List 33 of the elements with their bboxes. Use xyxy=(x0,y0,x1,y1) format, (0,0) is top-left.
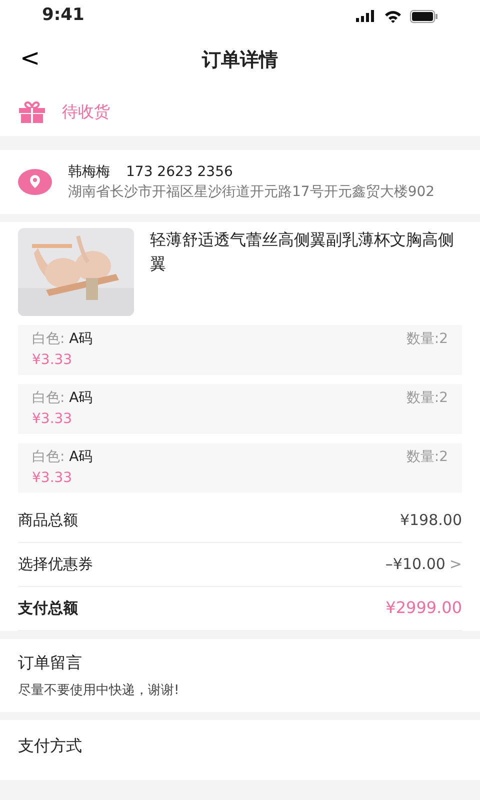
summary-label: 支付总额 xyxy=(18,598,78,620)
status-time: 9:41 xyxy=(42,4,84,28)
variant-spec: 白色: A码 xyxy=(32,388,93,408)
note-text: 尽量不要使用中快递，谢谢! xyxy=(18,682,180,700)
summary-label: 选择优惠券 xyxy=(18,554,93,576)
wifi-icon xyxy=(384,10,402,22)
summary-value: –¥10.00 xyxy=(385,554,446,576)
recipient-name: 韩梅梅 xyxy=(68,163,110,182)
gift-icon xyxy=(18,101,46,123)
chevron: > xyxy=(449,554,462,576)
summary-value: ¥2999.00 xyxy=(386,597,462,620)
coupon-row[interactable]: 选择优惠券 –¥10.00 > xyxy=(18,542,462,587)
page-title: 订单详情 xyxy=(202,48,278,73)
variant-price: ¥3.33 xyxy=(32,468,74,488)
order-status: 待收货 xyxy=(62,101,110,123)
variant-spec: 白色: A码 xyxy=(32,448,93,467)
payment-title: 支付方式 xyxy=(18,735,83,758)
signal-icon xyxy=(356,10,376,22)
variant-spec: 白色: A码 xyxy=(32,330,93,349)
note-title: 订单留言 xyxy=(18,652,83,674)
variant-price: ¥3.33 xyxy=(32,350,74,370)
summary-value: ¥198.00 xyxy=(400,510,462,532)
variant-price: ¥3.33 xyxy=(32,410,74,429)
product-title: 轻薄舒适透气蕾丝高侧翼副乳薄杯文胸高侧翼 xyxy=(150,228,455,275)
back-button[interactable]: < xyxy=(16,44,44,73)
variant-quantity: 数量:2 xyxy=(406,388,448,408)
battery-icon xyxy=(410,10,438,22)
summary-label: 商品总额 xyxy=(18,510,78,532)
variant-quantity: 数量:2 xyxy=(406,448,448,467)
variant-quantity: 数量:2 xyxy=(406,330,448,349)
location-icon xyxy=(18,168,52,195)
recipient-phone: 173 2623 2356 xyxy=(126,163,233,182)
address-text: 湖南省长沙市开福区星沙街道开元路17号开元鑫贸大楼902 xyxy=(68,183,436,202)
